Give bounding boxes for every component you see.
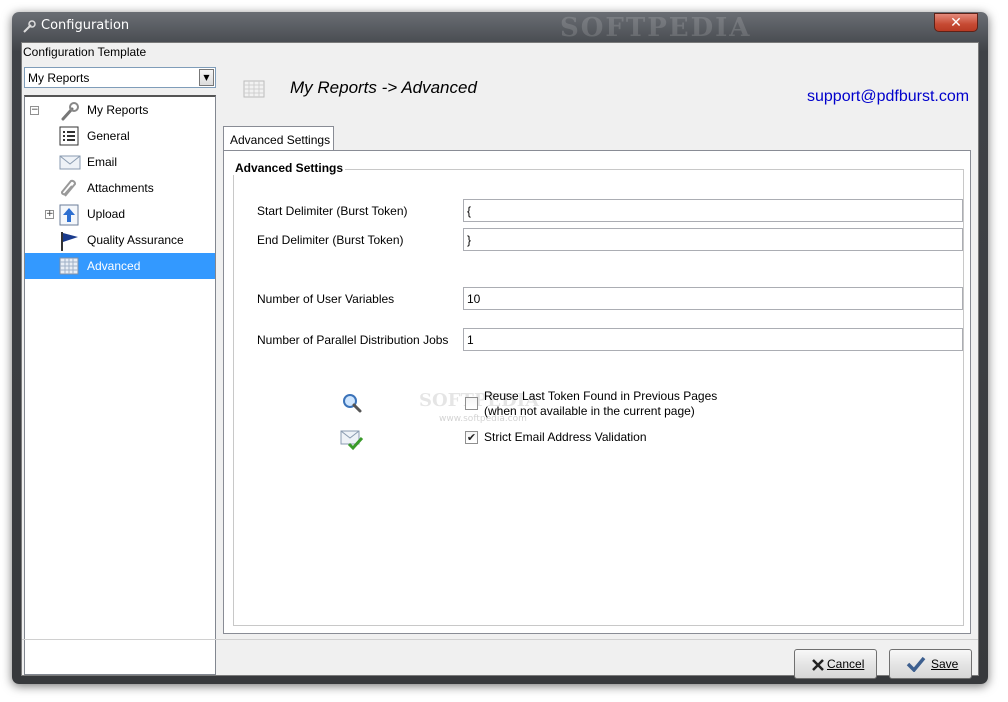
reuse-token-label: Reuse Last Token Found in Previous Pages… <box>484 389 717 419</box>
start-delimiter-label: Start Delimiter (Burst Token) <box>257 204 408 218</box>
tree-item-label: Advanced <box>87 259 141 273</box>
grid-icon <box>59 256 79 276</box>
collapse-icon[interactable]: − <box>30 106 39 115</box>
template-dropdown-value: My Reports <box>28 71 90 85</box>
close-button[interactable]: ✕ <box>934 13 978 32</box>
parallel-jobs-label: Number of Parallel Distribution Jobs <box>257 333 449 347</box>
envelope-icon <box>59 152 81 172</box>
save-button[interactable]: Save <box>889 649 972 679</box>
cancel-button-label: Cancel <box>827 657 865 671</box>
dropdown-arrow-icon[interactable]: ▼ <box>199 69 214 86</box>
tree-item-upload[interactable]: + Upload <box>25 201 215 227</box>
tree-item-advanced[interactable]: Advanced <box>25 253 215 279</box>
reuse-token-label-line2: (when not available in the current page) <box>484 404 695 418</box>
expand-icon[interactable]: + <box>45 210 54 219</box>
tab-advanced-settings[interactable]: Advanced Settings <box>223 126 334 151</box>
paperclip-icon <box>59 178 79 198</box>
configuration-template-label: Configuration Template <box>23 45 147 59</box>
parallel-jobs-input[interactable]: 1 <box>463 328 963 351</box>
start-delimiter-input[interactable]: { <box>463 199 963 222</box>
envelope-check-icon <box>340 428 364 452</box>
flag-icon <box>59 230 79 251</box>
list-icon <box>59 126 79 146</box>
navigation-tree: − My Reports General Email Attachments +… <box>24 95 216 675</box>
tree-item-general[interactable]: General <box>25 123 215 149</box>
template-dropdown[interactable]: My Reports ▼ <box>24 67 216 88</box>
client-area: Configuration Template My Reports ▼ − My… <box>21 42 979 679</box>
wrench-icon <box>21 19 37 35</box>
configuration-window: Configuration SOFTPEDIA ✕ Configuration … <box>12 12 988 684</box>
tree-item-label: My Reports <box>87 103 149 117</box>
tree-item-label: Attachments <box>87 181 154 195</box>
user-variables-label: Number of User Variables <box>257 292 395 306</box>
tree-item-my-reports[interactable]: − My Reports <box>25 97 215 123</box>
tree-item-label: Upload <box>87 207 126 221</box>
upload-arrow-icon <box>59 204 79 226</box>
title-bar[interactable]: Configuration SOFTPEDIA ✕ <box>12 12 988 43</box>
end-delimiter-label: End Delimiter (Burst Token) <box>257 233 404 247</box>
grid-icon <box>243 79 265 99</box>
magnifier-icon <box>340 392 364 416</box>
strict-email-checkbox[interactable]: ✔ <box>465 431 478 444</box>
tree-item-quality-assurance[interactable]: Quality Assurance <box>25 227 215 253</box>
softpedia-watermark: SOFTPEDIA <box>560 13 752 43</box>
window-title: Configuration <box>41 18 130 33</box>
separator <box>22 639 978 640</box>
group-title: Advanced Settings <box>233 161 346 175</box>
tree-item-email[interactable]: Email <box>25 149 215 175</box>
tree-item-label: Quality Assurance <box>87 233 184 247</box>
advanced-settings-group: Start Delimiter (Burst Token) { End Deli… <box>233 169 964 626</box>
strict-email-label: Strict Email Address Validation <box>484 430 647 444</box>
save-button-label: Save <box>931 657 959 671</box>
wrench-icon <box>59 100 79 121</box>
support-email-link[interactable]: support@pdfburst.com <box>807 88 969 106</box>
tree-item-label: General <box>87 129 130 143</box>
tree-item-attachments[interactable]: Attachments <box>25 175 215 201</box>
page-title: My Reports -> Advanced <box>290 78 477 97</box>
cancel-button[interactable]: Cancel <box>794 649 877 679</box>
reuse-token-label-line1: Reuse Last Token Found in Previous Pages <box>484 389 718 403</box>
user-variables-input[interactable]: 10 <box>463 287 963 310</box>
end-delimiter-input[interactable]: } <box>463 228 963 251</box>
advanced-settings-panel: Start Delimiter (Burst Token) { End Deli… <box>223 150 971 634</box>
reuse-token-checkbox[interactable] <box>465 397 478 410</box>
tree-item-label: Email <box>87 155 118 169</box>
checkmark-icon <box>906 656 926 673</box>
